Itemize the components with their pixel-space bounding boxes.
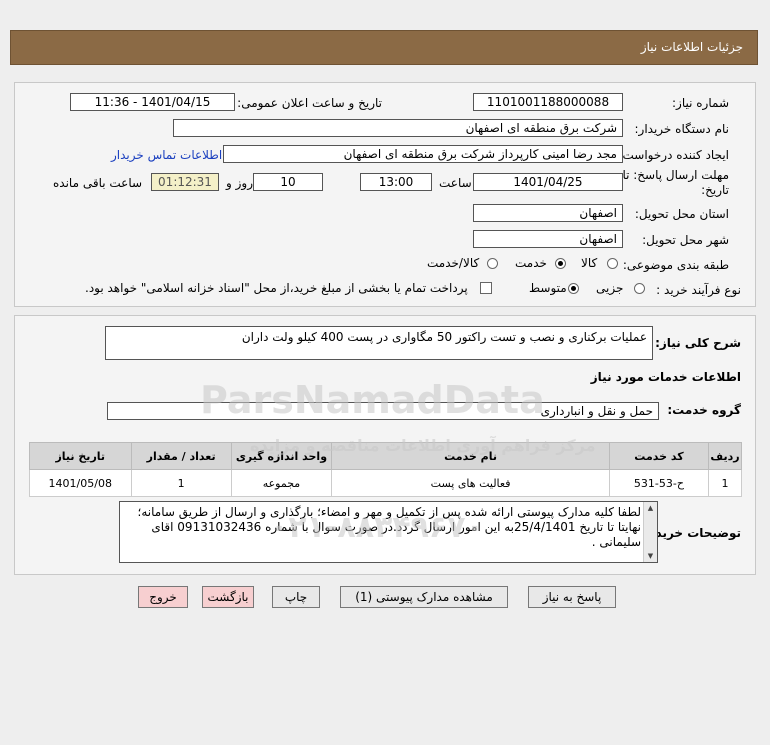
cell-quantity: 1 <box>130 469 232 497</box>
page-header: جزئیات اطلاعات نیاز <box>10 30 758 65</box>
category-option-goods: کالا <box>581 256 598 270</box>
category-option-goods-service: کالا/خدمت <box>427 256 480 270</box>
summary-field: عملیات برکناری و نصب و تست راکتور 50 مگا… <box>105 326 653 360</box>
requester-field: مجد رضا امینی کارپرداز شرکت برق منطقه ای… <box>223 145 623 163</box>
service-group-label: گروه خدمت: <box>667 403 741 417</box>
scroll-down-icon[interactable]: ▼ <box>644 550 657 562</box>
deadline-time-label: ساعت <box>439 176 472 190</box>
col-service-name: نام خدمت <box>331 442 610 470</box>
needs-panel: شرح کلی نیاز: عملیات برکناری و نصب و تست… <box>14 315 756 575</box>
need-number-label: شماره نیاز: <box>672 96 729 110</box>
print-button[interactable]: چاپ <box>272 586 320 608</box>
announce-date-label: تاریخ و ساعت اعلان عمومی: <box>237 96 382 110</box>
buyer-contact-link[interactable]: اطلاعات تماس خریدار <box>111 148 222 162</box>
col-row: ردیف <box>707 442 743 470</box>
process-option-medium: متوسط <box>529 281 567 295</box>
process-label: نوع فرآیند خرید : <box>656 283 741 297</box>
province-field: اصفهان <box>473 204 623 222</box>
announce-date-field: 1401/04/15 - 11:36 <box>70 93 235 111</box>
category-label: طبقه بندی موضوعی: <box>622 258 729 272</box>
cell-service-name: فعالیت های پست <box>331 469 610 497</box>
process-radio-minor[interactable] <box>634 283 645 294</box>
buyer-org-field: شرکت برق منطقه ای اصفهان <box>173 119 623 137</box>
col-quantity: تعداد / مقدار <box>130 442 232 470</box>
cell-service-code: ح-53-531 <box>608 469 709 497</box>
days-field: 10 <box>253 173 323 191</box>
services-heading: اطلاعات خدمات مورد نیاز <box>590 370 741 384</box>
requester-label: ایجاد کننده درخواست: <box>618 148 729 162</box>
treasury-checkbox[interactable] <box>480 282 492 294</box>
service-group-field: حمل و نقل و انبارداری <box>107 402 659 420</box>
col-unit: واحد اندازه گیری <box>230 442 333 470</box>
days-label: روز و <box>226 176 253 190</box>
cell-date: 1401/05/08 <box>29 469 132 497</box>
deadline-label: مهلت ارسال پاسخ: تا <box>622 168 729 182</box>
summary-label: شرح کلی نیاز: <box>655 336 741 350</box>
province-label: استان محل تحویل: <box>634 207 729 221</box>
info-panel: شماره نیاز: 1101001188000088 تاریخ و ساع… <box>14 82 756 307</box>
col-service-code: کد خدمت <box>608 442 709 470</box>
process-radio-medium[interactable] <box>568 283 579 294</box>
category-radio-goods[interactable] <box>607 258 618 269</box>
services-table: تاریخ نیاز تعداد / مقدار واحد اندازه گیر… <box>29 442 743 497</box>
reply-button[interactable]: پاسخ به نیاز <box>528 586 616 608</box>
table-header-row: تاریخ نیاز تعداد / مقدار واحد اندازه گیر… <box>29 442 743 470</box>
city-field: اصفهان <box>473 230 623 248</box>
remaining-time-label: ساعت باقی مانده <box>53 176 143 190</box>
deadline-time-field: 13:00 <box>360 173 432 191</box>
view-attachments-button[interactable]: مشاهده مدارک پیوستی (1) <box>340 586 508 608</box>
buyer-notes-field[interactable]: لطفا کلیه مدارک پیوستی ارائه شده پس از ت… <box>119 501 658 563</box>
deadline-label-date: تاریخ: <box>701 183 729 197</box>
payment-note: پرداخت تمام یا بخشی از مبلغ خرید،از محل … <box>85 281 468 295</box>
category-option-service: خدمت <box>515 256 547 270</box>
buyer-org-label: نام دستگاه خریدار: <box>634 122 730 136</box>
deadline-date-field: 1401/04/25 <box>473 173 623 191</box>
city-label: شهر محل تحویل: <box>642 233 729 247</box>
process-option-minor: جزیی <box>596 281 624 295</box>
notes-scrollbar[interactable]: ▲ ▼ <box>643 502 657 562</box>
page-title: جزئیات اطلاعات نیاز <box>640 40 743 54</box>
need-number-field: 1101001188000088 <box>473 93 623 111</box>
cell-unit: مجموعه <box>230 469 333 497</box>
back-button[interactable]: بازگشت <box>202 586 254 608</box>
table-row: 1401/05/08 1 مجموعه فعالیت های پست ح-53-… <box>29 469 743 497</box>
buyer-notes-text: لطفا کلیه مدارک پیوستی ارائه شده پس از ت… <box>137 505 641 549</box>
scroll-up-icon[interactable]: ▲ <box>644 502 657 514</box>
cell-row: 1 <box>707 469 743 497</box>
category-radio-goods-service[interactable] <box>487 258 498 269</box>
exit-button[interactable]: خروج <box>138 586 188 608</box>
category-radio-service[interactable] <box>555 258 566 269</box>
remaining-time-field: 01:12:31 <box>151 173 219 191</box>
col-date: تاریخ نیاز <box>29 442 132 470</box>
